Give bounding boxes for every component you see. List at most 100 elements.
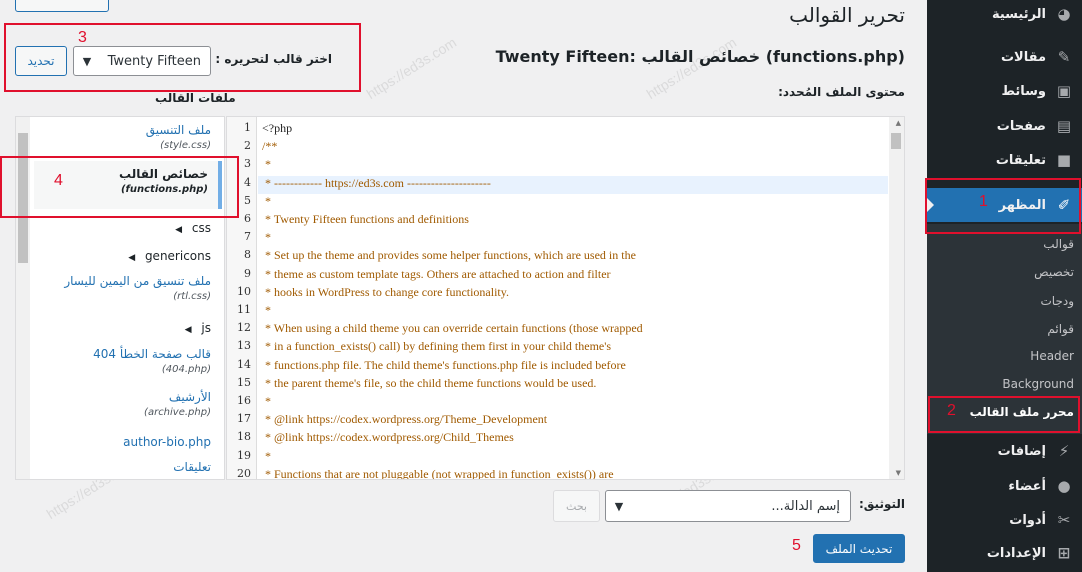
chevron-down-icon: ▼ xyxy=(614,499,624,513)
update-file-button[interactable]: تحديث الملف xyxy=(813,534,905,563)
nav-label: أعضاء xyxy=(1008,478,1046,494)
content-label: محتوى الملف المُحدد: xyxy=(778,85,905,99)
theme-files-heading: ملفات القالب xyxy=(155,91,236,105)
folder-name: js xyxy=(201,321,211,335)
file-item-archive[interactable]: الأرشيف (archive.php) xyxy=(144,390,211,418)
function-name-select[interactable]: ▼ إسم الدالة... xyxy=(605,490,851,522)
line-number: 9 xyxy=(244,266,251,280)
code-line: * xyxy=(262,448,271,463)
folder-css[interactable]: ◀ css xyxy=(175,221,211,235)
file-name: author-bio.php xyxy=(123,435,211,449)
file-name: تعليقات xyxy=(173,460,211,474)
line-number: 20 xyxy=(237,466,251,480)
code-line: * xyxy=(262,157,271,172)
code-line: * the parent theme's file, so the child … xyxy=(262,375,597,390)
scrollbar-thumb[interactable] xyxy=(18,133,28,263)
code-editor[interactable]: 1 2 3 4 5 6 7 8 9 10 11 12 13 14 15 16 17 18 19 20 <?php/**… xyxy=(226,116,905,480)
scroll-down-icon[interactable]: ▼ xyxy=(896,469,901,477)
page-title: تحرير القوالب xyxy=(789,3,905,27)
annotation-number: 2 xyxy=(947,402,956,419)
line-number: 11 xyxy=(237,303,251,316)
line-number: 15 xyxy=(237,375,251,389)
file-name: ملف التنسيق xyxy=(145,123,211,137)
file-path: (style.css) xyxy=(160,140,211,151)
scroll-up-icon[interactable]: ▲ xyxy=(896,119,901,127)
nav-label: تعليقات xyxy=(995,152,1046,168)
submenu-widgets[interactable]: ودجات xyxy=(927,287,1082,315)
nav-comments[interactable]: تعليقات ■ xyxy=(927,143,1082,177)
theme-select[interactable]: ▼ Twenty Fifteen xyxy=(73,46,211,76)
editor-scrollbar[interactable]: ▲ ▼ xyxy=(889,117,904,479)
theme-file-list: ملف التنسيق (style.css) خصائص القالب (fu… xyxy=(15,116,225,480)
folder-js[interactable]: ◀ js xyxy=(185,321,211,335)
caret-left-icon: ◀ xyxy=(175,225,183,235)
page-icon: ▤ xyxy=(1056,117,1072,135)
file-item-author-bio[interactable]: author-bio.php xyxy=(123,435,211,449)
submenu-background[interactable]: Background xyxy=(927,370,1082,398)
file-heading: Twenty Fifteen: خصائص القالب (functions.… xyxy=(495,47,905,66)
folder-genericons[interactable]: ◀ genericons xyxy=(128,249,211,263)
line-number: 4 xyxy=(244,175,251,189)
watermark-text: https://ed3s.com xyxy=(643,33,740,103)
comment-icon: ■ xyxy=(1056,151,1072,169)
file-path: (functions.php) xyxy=(120,184,208,195)
code-line: * Functions that are not pluggable (not … xyxy=(262,466,614,480)
code-line: * When using a child theme you can overr… xyxy=(262,321,643,336)
annotation-number: 4 xyxy=(54,172,63,189)
submenu-themes[interactable]: قوالب xyxy=(927,230,1082,258)
line-number: 8 xyxy=(244,248,251,262)
submenu-label: محرر ملف القالب xyxy=(969,405,1074,419)
line-number: 1 xyxy=(244,121,251,134)
brush-icon: ✐ xyxy=(1057,196,1071,214)
submenu-customize[interactable]: تخصيص xyxy=(927,258,1082,286)
watermark-text: https://ed3s.com xyxy=(363,33,460,103)
wrench-icon: ✂ xyxy=(1057,511,1071,529)
code-line: * @link https://codex.wordpress.org/Them… xyxy=(262,412,548,427)
submenu-label: Header xyxy=(1030,349,1074,363)
select-theme-button[interactable]: تحديد xyxy=(15,46,67,76)
nav-pages[interactable]: صفحات ▤ xyxy=(927,109,1082,143)
nav-plugins[interactable]: إضافات ⚡ xyxy=(927,434,1082,468)
code-line: <?php xyxy=(262,121,293,135)
users-icon: ● xyxy=(1057,477,1071,495)
nav-settings[interactable]: الإعدادات ⊞ xyxy=(927,536,1082,570)
line-number: 13 xyxy=(237,339,251,353)
code-line: * theme as custom template tags. Others … xyxy=(262,266,611,281)
line-number: 14 xyxy=(237,357,251,371)
code-line: * ------------ https://ed3s.com --------… xyxy=(262,175,491,190)
top-partial-button[interactable] xyxy=(15,0,109,12)
submenu-header[interactable]: Header xyxy=(927,342,1082,370)
chevron-down-icon: ▼ xyxy=(82,54,92,68)
file-name: قالب صفحة الخطأ 404 xyxy=(93,347,211,361)
nav-appearance[interactable]: المظهر ✐ xyxy=(926,188,1082,222)
file-path: (archive.php) xyxy=(144,407,211,418)
annotation-number: 1 xyxy=(979,193,988,210)
code-line: * xyxy=(262,394,271,408)
line-number: 19 xyxy=(237,448,251,462)
caret-left-icon: ◀ xyxy=(184,325,192,335)
line-number: 16 xyxy=(237,394,251,407)
scrollbar-thumb[interactable] xyxy=(891,133,901,149)
nav-users[interactable]: أعضاء ● xyxy=(927,469,1082,503)
file-item-style[interactable]: ملف التنسيق (style.css) xyxy=(146,123,211,151)
nav-posts[interactable]: مقالات ✎ xyxy=(927,40,1082,74)
nav-media[interactable]: وسائط ▣ xyxy=(927,74,1082,108)
nav-label: مقالات xyxy=(1000,49,1046,65)
file-list-scrollbar[interactable] xyxy=(16,117,30,479)
theme-select-label: اختر قالب لتحريره : xyxy=(215,52,332,66)
nav-label: وسائط xyxy=(1001,83,1046,99)
lookup-button[interactable]: بحث xyxy=(553,490,600,522)
folder-name: genericons xyxy=(144,249,211,263)
nav-tools[interactable]: أدوات ✂ xyxy=(927,503,1082,537)
file-item-404[interactable]: قالب صفحة الخطأ 404 (404.php) xyxy=(93,347,211,375)
submenu-menus[interactable]: قوائم xyxy=(927,315,1082,343)
nav-dashboard[interactable]: الرئيسية ◕ xyxy=(927,0,1082,31)
line-number: 17 xyxy=(237,412,251,426)
submenu-label: ودجات xyxy=(1040,294,1074,308)
submenu-label: قوالب xyxy=(1043,237,1074,251)
nav-label: الرئيسية xyxy=(991,6,1046,22)
file-item-comments[interactable]: تعليقات xyxy=(173,460,211,474)
code-line: * hooks in WordPress to change core func… xyxy=(262,284,509,299)
file-path: (404.php) xyxy=(161,364,211,375)
file-item-rtl[interactable]: ملف تنسيق من اليمين لليسار (rtl.css) xyxy=(64,274,211,302)
